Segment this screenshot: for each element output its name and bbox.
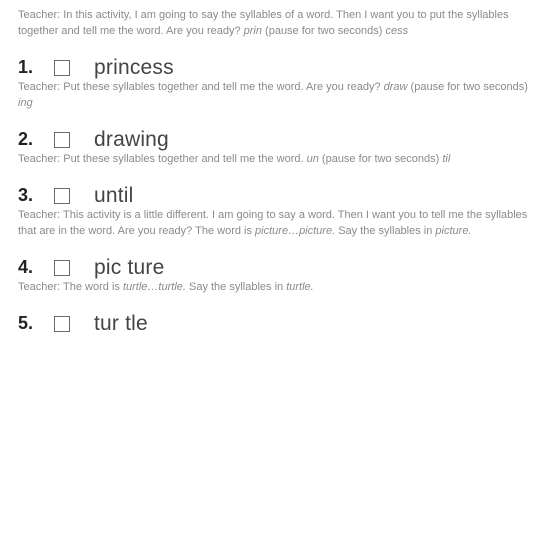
activity-block: Teacher: Put these syllables together an… bbox=[18, 152, 530, 208]
item-number: 3. bbox=[18, 185, 54, 206]
teacher-instruction: Teacher: In this activity, I am going to… bbox=[18, 8, 530, 40]
activity-block: Teacher: The word is turtle…turtle. Say … bbox=[18, 280, 530, 336]
question-item: 3. until bbox=[18, 184, 530, 208]
checkbox[interactable] bbox=[54, 60, 70, 76]
question-item: 4. pic ture bbox=[18, 256, 530, 280]
checkbox[interactable] bbox=[54, 316, 70, 332]
question-item: 5. tur tle bbox=[18, 312, 530, 336]
question-item: 2. drawing bbox=[18, 128, 530, 152]
teacher-instruction: Teacher: The word is turtle…turtle. Say … bbox=[18, 280, 530, 296]
answer-text: princess bbox=[94, 56, 174, 80]
teacher-instruction: Teacher: Put these syllables together an… bbox=[18, 152, 530, 168]
teacher-instruction: Teacher: Put these syllables together an… bbox=[18, 80, 530, 112]
item-number: 1. bbox=[18, 57, 54, 78]
checkbox[interactable] bbox=[54, 132, 70, 148]
activity-block: Teacher: This activity is a little diffe… bbox=[18, 208, 530, 280]
answer-text: until bbox=[94, 184, 134, 208]
answer-text: pic ture bbox=[94, 256, 164, 280]
checkbox[interactable] bbox=[54, 260, 70, 276]
item-number: 2. bbox=[18, 129, 54, 150]
activity-block: Teacher: In this activity, I am going to… bbox=[18, 8, 530, 80]
item-number: 4. bbox=[18, 257, 54, 278]
activity-block: Teacher: Put these syllables together an… bbox=[18, 80, 530, 152]
question-item: 1. princess bbox=[18, 56, 530, 80]
teacher-instruction: Teacher: This activity is a little diffe… bbox=[18, 208, 530, 240]
item-number: 5. bbox=[18, 313, 54, 334]
answer-text: drawing bbox=[94, 128, 169, 152]
checkbox[interactable] bbox=[54, 188, 70, 204]
answer-text: tur tle bbox=[94, 312, 148, 336]
